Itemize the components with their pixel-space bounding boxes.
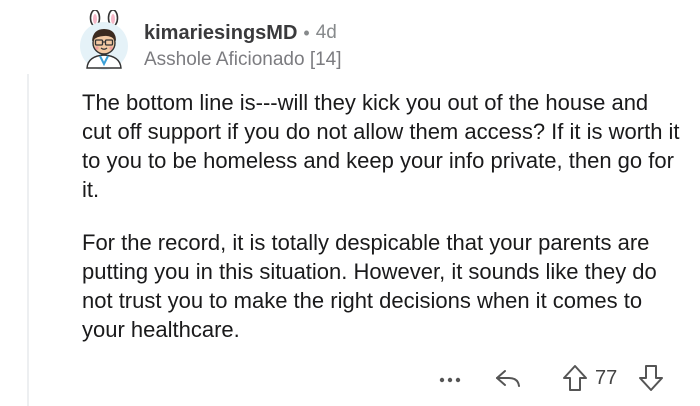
more-dots-icon[interactable]	[432, 366, 468, 390]
comment-age[interactable]: 4d	[316, 22, 337, 44]
downvote-arrow-icon[interactable]	[637, 363, 665, 393]
comment-meta: kimariesingsMD • 4d	[144, 20, 337, 46]
comment-body: The bottom line is---will they kick you …	[82, 88, 682, 344]
comment-actions: 77	[0, 360, 700, 396]
comment-paragraph: The bottom line is---will they kick you …	[82, 90, 680, 202]
meta-separator: •	[303, 22, 310, 43]
avatar-image	[80, 9, 128, 70]
avatar[interactable]	[78, 9, 130, 72]
author-username[interactable]: kimariesingsMD	[144, 22, 297, 45]
upvote-arrow-icon[interactable]	[561, 363, 589, 393]
user-flair: Asshole Aficionado [14]	[144, 49, 342, 70]
thread-line[interactable]	[27, 74, 29, 406]
reply-arrow-icon[interactable]	[492, 364, 524, 392]
vote-count: 77	[595, 367, 618, 389]
comment-paragraph: For the record, it is totally despicable…	[82, 230, 657, 342]
